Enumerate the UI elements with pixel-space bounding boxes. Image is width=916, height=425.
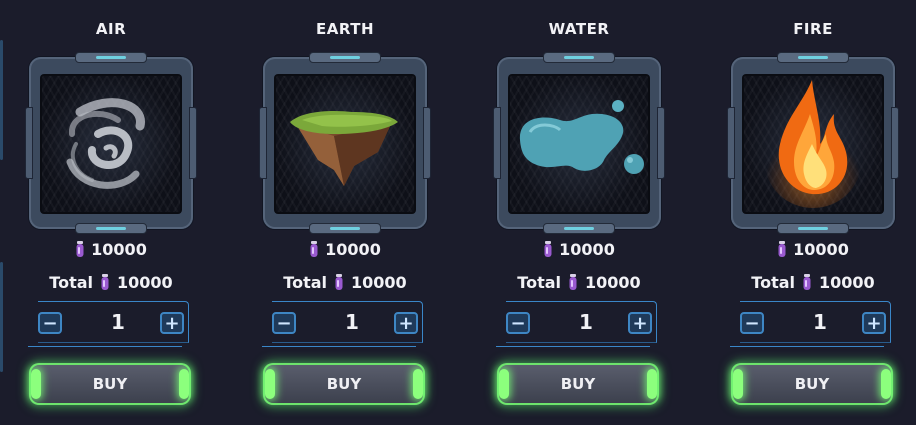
total-row: Total 10000 [496,273,662,292]
whirlwind-icon [66,98,145,189]
total-label: Total [751,273,796,292]
decrement-button[interactable]: − [38,312,62,334]
water-blob-icon [519,100,644,174]
buy-button[interactable]: BUY [731,363,893,405]
unit-price: 10000 [325,240,381,259]
unit-price: 10000 [559,240,615,259]
item-preview [40,74,182,214]
purple-vial-icon [310,240,318,257]
increment-button[interactable]: + [394,312,418,334]
shop-card-water: WATER 10000 Total 10000 − 1 + BUY [493,0,665,425]
item-frame[interactable] [259,52,431,234]
unit-price: 10000 [793,240,849,259]
total-label: Total [49,273,94,292]
purple-vial-icon [778,240,786,257]
quantity-stepper: − 1 + [28,301,189,347]
item-preview [508,74,650,214]
purple-vial-icon [803,273,811,290]
quantity-value[interactable]: 1 [312,310,392,334]
total-row: Total 10000 [28,273,194,292]
card-title: FIRE [793,20,833,38]
price-row: 10000 [730,240,896,259]
item-frame[interactable] [727,52,899,234]
buy-button[interactable]: BUY [29,363,191,405]
quantity-value[interactable]: 1 [546,310,626,334]
purple-vial-icon [569,273,577,290]
quantity-stepper: − 1 + [496,301,657,347]
quantity-value[interactable]: 1 [780,310,860,334]
card-title: WATER [548,20,610,38]
item-preview [742,74,884,214]
decrement-button[interactable]: − [740,312,764,334]
unit-price: 10000 [91,240,147,259]
buy-button[interactable]: BUY [263,363,425,405]
total-label: Total [517,273,562,292]
buy-button[interactable]: BUY [497,363,659,405]
quantity-value[interactable]: 1 [78,310,158,334]
total-row: Total 10000 [262,273,428,292]
flame-icon [765,80,861,208]
card-title: EARTH [315,20,375,38]
total-row: Total 10000 [730,273,896,292]
purple-vial-icon [544,240,552,257]
item-frame[interactable] [493,52,665,234]
price-row: 10000 [496,240,662,259]
floating-island-icon [290,111,398,186]
total-price: 10000 [585,273,641,292]
card-title: AIR [95,20,127,38]
element-shop: AIR 10000 Total 10000 − 1 + BUY EARTH 10… [0,0,916,425]
total-price: 10000 [351,273,407,292]
purple-vial-icon [101,273,109,290]
shop-card-air: AIR 10000 Total 10000 − 1 + BUY [25,0,197,425]
increment-button[interactable]: + [160,312,184,334]
shop-card-earth: EARTH 10000 Total 10000 − 1 + BUY [259,0,431,425]
price-row: 10000 [28,240,194,259]
total-price: 10000 [117,273,173,292]
quantity-stepper: − 1 + [730,301,891,347]
item-frame[interactable] [25,52,197,234]
purple-vial-icon [76,240,84,257]
total-price: 10000 [819,273,875,292]
quantity-stepper: − 1 + [262,301,423,347]
increment-button[interactable]: + [862,312,886,334]
price-row: 10000 [262,240,428,259]
decrement-button[interactable]: − [506,312,530,334]
decrement-button[interactable]: − [272,312,296,334]
shop-card-fire: FIRE 10000 Total 10000 − 1 + BUY [727,0,899,425]
total-label: Total [283,273,328,292]
item-preview [274,74,416,214]
purple-vial-icon [335,273,343,290]
increment-button[interactable]: + [628,312,652,334]
